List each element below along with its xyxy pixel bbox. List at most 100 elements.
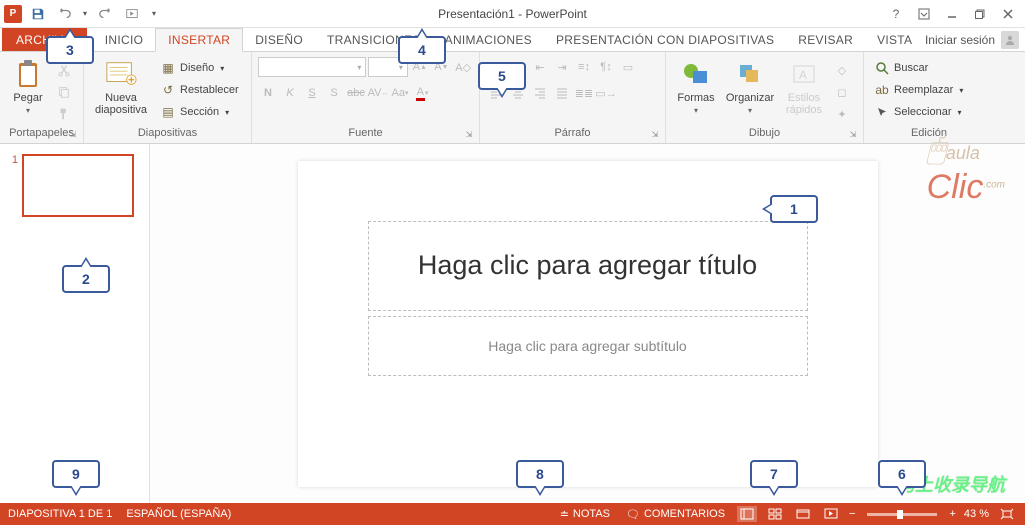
slide-thumbnail-pane[interactable]: 1	[0, 144, 150, 503]
group-drawing: Formas ▾ Organizar ▾ A Estilos rápidos ◇…	[666, 52, 864, 143]
status-language[interactable]: ESPAÑOL (ESPAÑA)	[126, 508, 231, 520]
reset-button[interactable]: ↺Restablecer	[156, 80, 243, 100]
thumbnail-1[interactable]: 1	[8, 154, 141, 217]
clear-formatting-button[interactable]: A◇	[453, 57, 473, 77]
columns-button[interactable]: ≣≣	[574, 83, 594, 103]
launcher-drawing[interactable]: ⇲	[847, 129, 859, 141]
replace-icon: ab	[874, 82, 890, 98]
new-slide-icon	[105, 58, 137, 90]
group-label-font: Fuente	[348, 127, 382, 139]
save-button[interactable]	[28, 4, 48, 24]
tab-review[interactable]: REVISAR	[786, 28, 865, 51]
tab-slideshow[interactable]: PRESENTACIÓN CON DIAPOSITIVAS	[544, 28, 786, 51]
comments-label: COMENTARIOS	[644, 508, 725, 520]
thumbnail-preview[interactable]	[22, 154, 134, 217]
arrange-button[interactable]: Organizar ▾	[724, 56, 776, 115]
title-bar: P ▾ ▾ Presentación1 - PowerPoint ?	[0, 0, 1025, 28]
reading-view-button[interactable]	[793, 506, 813, 522]
avatar-icon	[1001, 31, 1019, 49]
title-placeholder[interactable]: Haga clic para agregar título	[368, 221, 808, 311]
undo-button[interactable]	[54, 4, 74, 24]
justify-button[interactable]	[552, 83, 572, 103]
align-right-button[interactable]	[530, 83, 550, 103]
normal-view-button[interactable]	[737, 506, 757, 522]
ribbon-options-button[interactable]	[911, 4, 937, 24]
subtitle-placeholder-text: Haga clic para agregar subtítulo	[488, 338, 686, 354]
line-spacing-button[interactable]: ≡↕	[574, 57, 594, 77]
fit-to-window-button[interactable]	[997, 506, 1017, 522]
quick-styles-button[interactable]: A Estilos rápidos	[780, 56, 828, 116]
select-button[interactable]: Seleccionar▾	[870, 102, 967, 122]
subtitle-placeholder[interactable]: Haga clic para agregar subtítulo	[368, 316, 808, 376]
comments-button[interactable]: 🗨COMENTARIOS	[622, 508, 729, 521]
svg-text:A: A	[799, 68, 807, 82]
find-button[interactable]: Buscar	[870, 58, 967, 78]
title-placeholder-text: Haga clic para agregar título	[418, 250, 757, 281]
close-button[interactable]	[995, 4, 1021, 24]
align-text-vert-button[interactable]: ▭	[618, 57, 638, 77]
zoom-slider[interactable]	[867, 513, 937, 516]
zoom-in-button[interactable]: +	[949, 508, 955, 520]
notes-button[interactable]: ≐NOTAS	[556, 508, 614, 521]
callout-1: 1	[770, 195, 818, 223]
increase-indent-button[interactable]: ⇥	[552, 57, 572, 77]
status-slide-count[interactable]: DIAPOSITIVA 1 DE 1	[8, 508, 112, 520]
ribbon-tabs: ARCHIVO INICIO INSERTAR DISEÑO TRANSICIO…	[0, 28, 1025, 52]
shape-effects-button[interactable]: ✦	[832, 104, 852, 124]
paste-label: Pegar	[13, 92, 42, 104]
layout-button[interactable]: ▦Diseño▾	[156, 58, 243, 78]
qat-customize-dropdown[interactable]: ▾	[148, 4, 160, 24]
zoom-percent[interactable]: 43 %	[964, 508, 989, 520]
slide-canvas[interactable]: Haga clic para agregar título Haga clic …	[150, 144, 1025, 503]
copy-button[interactable]	[54, 82, 74, 102]
section-button[interactable]: ▤Sección▾	[156, 102, 243, 122]
slideshow-view-button[interactable]	[821, 506, 841, 522]
sign-in[interactable]: Iniciar sesión	[925, 28, 1025, 51]
help-button[interactable]: ?	[883, 4, 909, 24]
strikethrough-button[interactable]: abc	[346, 83, 366, 103]
text-direction-button[interactable]: ¶↕	[596, 57, 616, 77]
callout-7: 7	[750, 460, 798, 488]
underline-button[interactable]: S	[302, 83, 322, 103]
launcher-font[interactable]: ⇲	[463, 129, 475, 141]
char-spacing-button[interactable]: AV↔	[368, 83, 388, 103]
restore-button[interactable]	[967, 4, 993, 24]
undo-dropdown[interactable]: ▾	[80, 4, 90, 24]
convert-smartart-button[interactable]: ▭→	[596, 83, 616, 103]
start-from-beginning-button[interactable]	[122, 4, 142, 24]
change-case-button[interactable]: Aa▾	[390, 83, 410, 103]
paste-button[interactable]: Pegar ▾	[6, 56, 50, 115]
launcher-paragraph[interactable]: ⇲	[649, 129, 661, 141]
thumbnail-number: 1	[8, 154, 18, 217]
font-family-combo[interactable]: ▾	[258, 57, 366, 77]
tab-animations[interactable]: ANIMACIONES	[433, 28, 544, 51]
reset-icon: ↺	[160, 82, 176, 98]
format-painter-button[interactable]	[54, 104, 74, 124]
workspace: 1 Haga clic para agregar título Haga cli…	[0, 144, 1025, 503]
status-bar: DIAPOSITIVA 1 DE 1 ESPAÑOL (ESPAÑA) ≐NOT…	[0, 503, 1025, 525]
italic-button[interactable]: K	[280, 83, 300, 103]
callout-3: 3	[46, 36, 94, 64]
zoom-slider-knob[interactable]	[897, 510, 903, 519]
minimize-button[interactable]	[939, 4, 965, 24]
tab-home[interactable]: INICIO	[87, 28, 155, 51]
shape-outline-button[interactable]: ◻	[832, 82, 852, 102]
sorter-view-button[interactable]	[765, 506, 785, 522]
redo-button[interactable]	[96, 4, 116, 24]
tab-insert[interactable]: INSERTAR	[155, 28, 243, 52]
shape-fill-button[interactable]: ◇	[832, 60, 852, 80]
group-label-drawing: Dibujo	[749, 127, 780, 139]
new-slide-button[interactable]: Nueva diapositiva	[90, 56, 152, 116]
bold-button[interactable]: N	[258, 83, 278, 103]
decrease-indent-button[interactable]: ⇤	[530, 57, 550, 77]
shadow-button[interactable]: S	[324, 83, 344, 103]
tab-design[interactable]: DISEÑO	[243, 28, 315, 51]
zoom-out-button[interactable]: −	[849, 508, 855, 520]
shapes-button[interactable]: Formas ▾	[672, 56, 720, 115]
sign-in-label: Iniciar sesión	[925, 33, 995, 47]
notes-icon: ≐	[560, 508, 569, 521]
launcher-clipboard[interactable]: ⇲	[67, 129, 79, 141]
replace-button[interactable]: abReemplazar▾	[870, 80, 967, 100]
tab-view[interactable]: VISTA	[865, 28, 924, 51]
font-color-button[interactable]: A▾	[412, 83, 432, 103]
